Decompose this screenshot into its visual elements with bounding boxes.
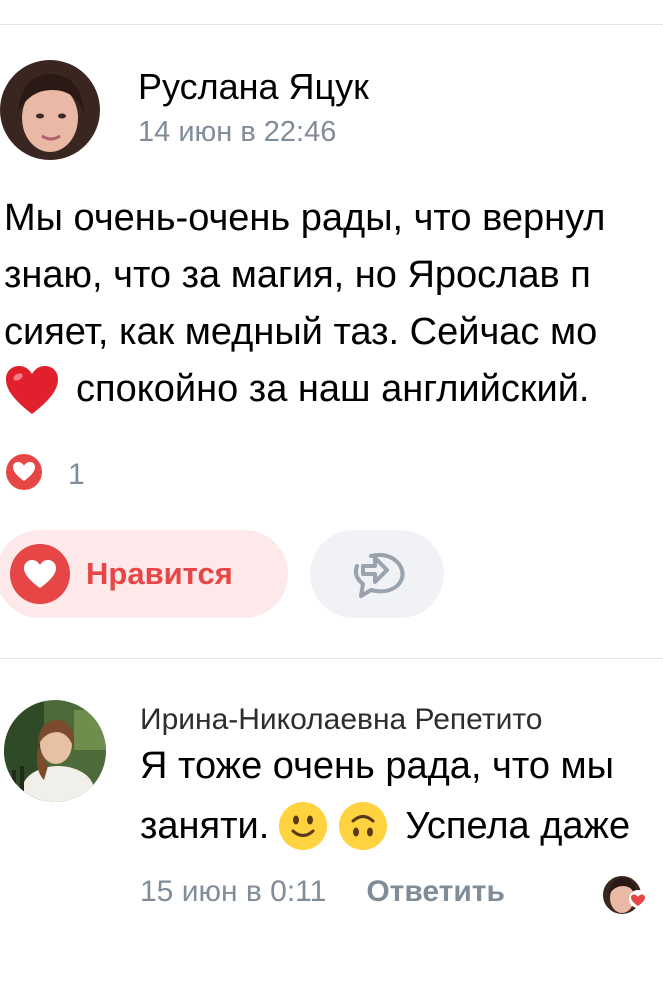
commenter-avatar[interactable] (4, 700, 106, 802)
like-button[interactable]: Нравится (0, 530, 288, 618)
share-icon (345, 544, 409, 605)
likes-count: 1 (68, 457, 85, 491)
commenter-name[interactable]: Ирина-Николаевна Репетито (140, 703, 542, 737)
likes-summary[interactable]: 1 (4, 452, 85, 497)
share-button[interactable] (310, 530, 444, 618)
comment-text-line-with-emoji: заняти. Успела даже (140, 796, 630, 856)
comments-divider (0, 658, 663, 659)
post-text-line: сияет, как медный таз. Сейчас мо (4, 311, 598, 353)
post-text-line-with-emoji: спокойно за наш английский. (4, 361, 663, 418)
post-text-line: спокойно за наш английский. (76, 368, 590, 410)
likes-heart-icon (4, 452, 44, 497)
comment-meta: 15 июн в 0:11 Ответить (140, 875, 505, 909)
heart-icon (10, 544, 70, 604)
comment-text-segment: заняти. (140, 805, 270, 847)
post-text-line: знаю, что за магия, но Ярослав п (4, 254, 591, 296)
upside-down-emoji (337, 800, 389, 852)
slightly-smiling-emoji (277, 800, 329, 852)
comment-date[interactable]: 15 июн в 0:11 (140, 875, 326, 909)
author-avatar[interactable] (0, 60, 100, 160)
liked-by-author-avatar[interactable] (601, 872, 648, 918)
comment-text-line: Я тоже очень рада, что мы (140, 745, 614, 787)
top-divider (0, 24, 663, 25)
reply-button[interactable]: Ответить (366, 875, 505, 909)
like-button-label: Нравится (86, 556, 233, 591)
post-text-line: Мы очень-очень рады, что вернул (4, 197, 606, 239)
post-author-name[interactable]: Руслана Яцук (138, 66, 369, 108)
post-text: Мы очень-очень рады, что вернул знаю, чт… (4, 190, 663, 418)
red-heart-emoji (4, 364, 60, 416)
comment-text-segment: Успела даже (405, 805, 631, 847)
comment-text: Я тоже очень рада, что мы заняти. Успела… (140, 736, 630, 856)
post-date[interactable]: 14 июн в 22:46 (138, 116, 336, 149)
